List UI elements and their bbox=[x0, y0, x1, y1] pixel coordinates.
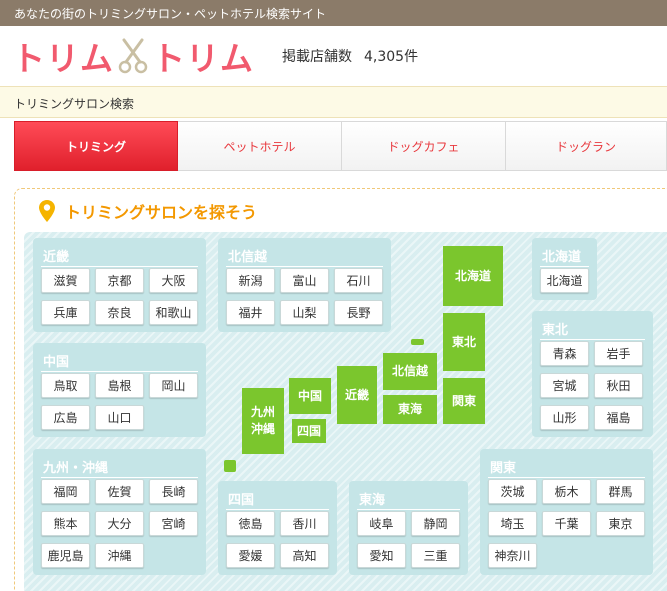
pref-kanagawa[interactable]: 神奈川 bbox=[488, 543, 537, 568]
pref-fukuoka[interactable]: 福岡 bbox=[41, 479, 90, 504]
divider bbox=[357, 509, 460, 510]
region-title: 北海道 bbox=[542, 250, 582, 265]
pref-kyoto[interactable]: 京都 bbox=[95, 268, 144, 293]
tab-dog-run[interactable]: ドッグラン bbox=[506, 121, 667, 171]
region-title: 関東 bbox=[490, 461, 517, 476]
map-hokkaido[interactable]: 北海道 bbox=[443, 246, 503, 306]
pref-miyagi[interactable]: 宮城 bbox=[540, 373, 589, 398]
pref-fukushima[interactable]: 福島 bbox=[594, 405, 643, 430]
header: トリム トリム 掲載店舗数 4,305件 bbox=[0, 26, 667, 86]
divider bbox=[226, 509, 329, 510]
shop-count-value: 4,305件 bbox=[364, 49, 419, 65]
logo-text-left: トリム bbox=[12, 39, 114, 78]
pref-gunma[interactable]: 群馬 bbox=[596, 479, 645, 504]
divider bbox=[226, 266, 383, 267]
map-island-north bbox=[411, 339, 424, 345]
pref-ehime[interactable]: 愛媛 bbox=[226, 543, 275, 568]
map-okinawa-label: 沖縄 bbox=[250, 422, 275, 436]
pref-shiga[interactable]: 滋賀 bbox=[41, 268, 90, 293]
pref-okayama[interactable]: 岡山 bbox=[149, 373, 198, 398]
tab-dog-cafe[interactable]: ドッグカフェ bbox=[342, 121, 506, 171]
pref-aomori[interactable]: 青森 bbox=[540, 341, 589, 366]
breadcrumb: トリミングサロン検索 bbox=[0, 86, 667, 118]
pref-hiroshima[interactable]: 広島 bbox=[41, 405, 90, 430]
tab-trimming[interactable]: トリミング bbox=[14, 121, 178, 171]
map-kinki[interactable]: 近畿 bbox=[337, 366, 377, 424]
pref-ibaraki[interactable]: 茨城 bbox=[488, 479, 537, 504]
site-tagline: あなたの街のトリミングサロン・ペットホテル検索サイト bbox=[14, 7, 327, 21]
pref-tochigi[interactable]: 栃木 bbox=[542, 479, 591, 504]
pref-mie[interactable]: 三重 bbox=[411, 543, 460, 568]
region-title: 北信越 bbox=[228, 250, 268, 265]
pref-miyazaki[interactable]: 宮崎 bbox=[149, 511, 198, 536]
pref-kagawa[interactable]: 香川 bbox=[280, 511, 329, 536]
pref-akita[interactable]: 秋田 bbox=[594, 373, 643, 398]
pref-gifu[interactable]: 岐阜 bbox=[357, 511, 406, 536]
scissors-icon bbox=[118, 38, 148, 74]
pref-ishikawa[interactable]: 石川 bbox=[334, 268, 383, 293]
pref-yamaguchi[interactable]: 山口 bbox=[95, 405, 144, 430]
pref-nagasaki[interactable]: 長崎 bbox=[149, 479, 198, 504]
pref-niigata[interactable]: 新潟 bbox=[226, 268, 275, 293]
top-bar: あなたの街のトリミングサロン・ペットホテル検索サイト bbox=[0, 0, 667, 26]
pref-okinawa[interactable]: 沖縄 bbox=[95, 543, 144, 568]
divider bbox=[41, 266, 198, 267]
pref-tokushima[interactable]: 徳島 bbox=[226, 511, 275, 536]
region-title: 中国 bbox=[43, 355, 70, 370]
pref-kagoshima[interactable]: 鹿児島 bbox=[41, 543, 90, 568]
pref-kochi[interactable]: 高知 bbox=[280, 543, 329, 568]
panel-title: トリミングサロンを探そう bbox=[39, 199, 257, 223]
pref-saitama[interactable]: 埼玉 bbox=[488, 511, 537, 536]
map-chugoku[interactable]: 中国 bbox=[289, 378, 331, 414]
pref-fukui[interactable]: 福井 bbox=[226, 300, 275, 325]
divider bbox=[540, 339, 645, 340]
pref-tokyo[interactable]: 東京 bbox=[596, 511, 645, 536]
map-kanto[interactable]: 関東 bbox=[443, 378, 485, 424]
pref-aichi[interactable]: 愛知 bbox=[357, 543, 406, 568]
region-title: 九州・沖縄 bbox=[43, 461, 109, 476]
shop-count: 掲載店舗数 4,305件 bbox=[282, 46, 418, 66]
divider bbox=[540, 266, 589, 267]
map-island-south bbox=[224, 460, 236, 472]
tab-pet-hotel[interactable]: ペットホテル bbox=[178, 121, 342, 171]
pref-hokkaido[interactable]: 北海道 bbox=[540, 268, 589, 293]
pref-iwate[interactable]: 岩手 bbox=[594, 341, 643, 366]
region-title: 東海 bbox=[359, 493, 386, 508]
pref-nara[interactable]: 奈良 bbox=[95, 300, 144, 325]
map-tohoku[interactable]: 東北 bbox=[443, 313, 485, 371]
location-pin-icon bbox=[39, 200, 55, 222]
region-title: 四国 bbox=[228, 493, 255, 508]
map-shikoku[interactable]: 四国 bbox=[292, 419, 326, 443]
breadcrumb-current: トリミングサロン検索 bbox=[14, 97, 135, 111]
divider bbox=[41, 477, 198, 478]
pref-shizuoka[interactable]: 静岡 bbox=[411, 511, 460, 536]
pref-wakayama[interactable]: 和歌山 bbox=[149, 300, 198, 325]
region-title: 近畿 bbox=[43, 250, 70, 265]
region-title: 東北 bbox=[542, 323, 569, 338]
map-tokai[interactable]: 東海 bbox=[383, 395, 437, 424]
site-logo[interactable]: トリム トリム bbox=[12, 34, 254, 78]
divider bbox=[41, 371, 198, 372]
search-title: トリミングサロンを探そう bbox=[65, 203, 258, 222]
map-kyushu-label: 九州 bbox=[250, 405, 275, 420]
pref-chiba[interactable]: 千葉 bbox=[542, 511, 591, 536]
logo-text-right: トリム bbox=[152, 39, 254, 78]
pref-shimane[interactable]: 島根 bbox=[95, 373, 144, 398]
map-kyushu-okinawa[interactable]: 九州 沖縄 bbox=[242, 388, 284, 454]
divider bbox=[488, 477, 645, 478]
pref-tottori[interactable]: 鳥取 bbox=[41, 373, 90, 398]
pref-oita[interactable]: 大分 bbox=[95, 511, 144, 536]
category-tabs: トリミング ペットホテル ドッグカフェ ドッグラン bbox=[14, 121, 667, 171]
pref-yamanashi[interactable]: 山梨 bbox=[280, 300, 329, 325]
pref-nagano[interactable]: 長野 bbox=[334, 300, 383, 325]
pref-yamagata[interactable]: 山形 bbox=[540, 405, 589, 430]
pref-hyogo[interactable]: 兵庫 bbox=[41, 300, 90, 325]
shop-count-label: 掲載店舗数 bbox=[282, 49, 352, 65]
pref-toyama[interactable]: 富山 bbox=[280, 268, 329, 293]
pref-saga[interactable]: 佐賀 bbox=[95, 479, 144, 504]
map-hokushinetsu[interactable]: 北信越 bbox=[383, 353, 437, 390]
pref-osaka[interactable]: 大阪 bbox=[149, 268, 198, 293]
pref-kumamoto[interactable]: 熊本 bbox=[41, 511, 90, 536]
